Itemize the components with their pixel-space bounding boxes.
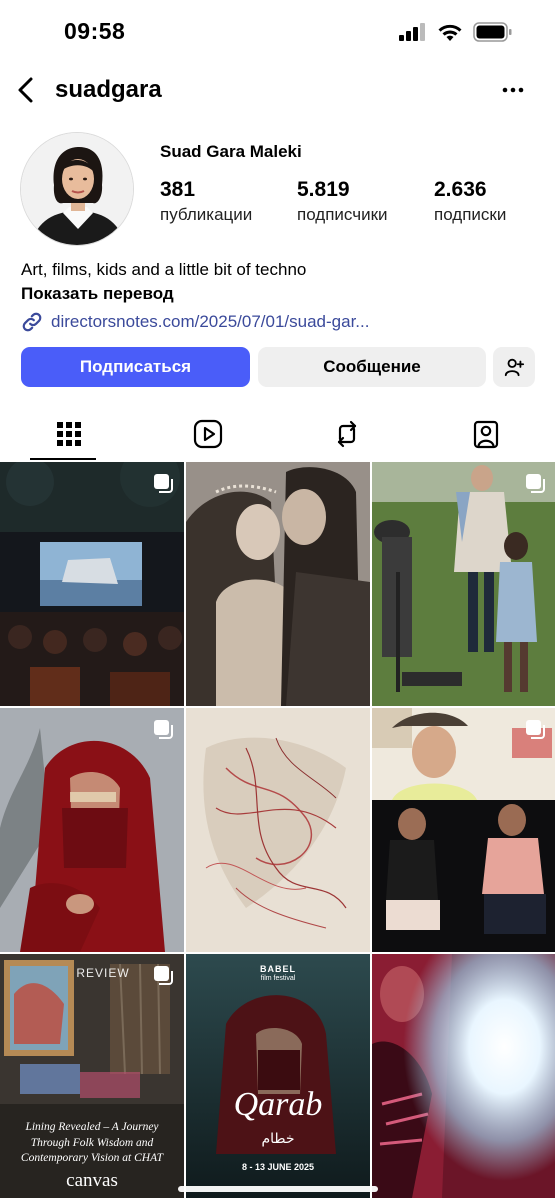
message-button[interactable]: Сообщение bbox=[258, 347, 486, 387]
tab-tagged[interactable] bbox=[417, 408, 555, 460]
grid-post-2[interactable] bbox=[186, 462, 370, 706]
suggest-users-button[interactable] bbox=[493, 347, 535, 387]
grid-post-7[interactable]: REVIEW Lining Revealed – A Journey Throu… bbox=[0, 954, 184, 1198]
grid-post-8[interactable]: BABEL film festival Qarab خطام 8 - 13 JU… bbox=[186, 954, 370, 1198]
add-person-icon bbox=[504, 358, 525, 377]
reposts-icon bbox=[337, 420, 357, 448]
stat-posts-count: 381 bbox=[160, 178, 196, 201]
stat-following-label: подписки bbox=[434, 205, 507, 224]
stat-followers-label: подписчики bbox=[297, 205, 388, 224]
stat-followers[interactable]: 5.819 подписчики bbox=[297, 178, 388, 225]
home-indicator bbox=[178, 1186, 378, 1192]
post-festival-dates: 8 - 13 JUNE 2025 bbox=[241, 1162, 315, 1172]
grid-icon bbox=[57, 422, 81, 446]
show-translation-link[interactable]: Показать перевод bbox=[21, 284, 541, 304]
bio-link-text: directorsnotes.com/2025/07/01/suad-gar..… bbox=[51, 312, 370, 331]
avatar[interactable] bbox=[20, 132, 134, 246]
tagged-icon bbox=[473, 420, 499, 449]
carousel-icon bbox=[154, 966, 173, 985]
grid-post-6[interactable] bbox=[372, 708, 555, 952]
link-icon bbox=[22, 312, 42, 332]
carousel-icon bbox=[154, 720, 173, 739]
stat-following-count: 2.636 bbox=[434, 178, 487, 201]
stat-posts[interactable]: 381 публикации bbox=[160, 178, 252, 225]
post-review-badge: REVIEW bbox=[76, 966, 130, 980]
bio-text: Art, films, kids and a little bit of tec… bbox=[21, 260, 307, 279]
carousel-icon bbox=[526, 720, 545, 739]
profile-summary: Suad Gara Maleki 381 публикации 5.819 по… bbox=[0, 130, 555, 250]
stat-followers-count: 5.819 bbox=[297, 178, 350, 201]
grid-post-5[interactable] bbox=[186, 708, 370, 952]
post-film-title-arabic: خطام bbox=[261, 1130, 295, 1146]
post-caption-overlay: Lining Revealed – A Journey Through Folk… bbox=[20, 1121, 164, 1165]
status-icons bbox=[399, 22, 513, 42]
profile-actions: Подписаться Сообщение bbox=[21, 347, 535, 387]
grid-post-9[interactable] bbox=[372, 954, 555, 1198]
grid-post-3[interactable] bbox=[372, 462, 555, 706]
stat-following[interactable]: 2.636 подписки bbox=[434, 178, 506, 225]
carousel-icon bbox=[154, 474, 173, 493]
follow-button[interactable]: Подписаться bbox=[21, 347, 250, 387]
back-arrow-icon[interactable] bbox=[14, 74, 38, 106]
post-festival-sub: film festival bbox=[260, 975, 296, 982]
carousel-icon bbox=[526, 474, 545, 493]
profile-username: suadgara bbox=[55, 76, 162, 103]
battery-icon bbox=[473, 22, 512, 42]
profile-full-name: Suad Gara Maleki bbox=[160, 142, 302, 161]
tab-reposts[interactable] bbox=[278, 408, 416, 460]
bio: Art, films, kids and a little bit of tec… bbox=[21, 260, 541, 333]
post-film-title: Qarab bbox=[233, 1086, 323, 1123]
status-bar: 09:58 bbox=[0, 0, 555, 62]
post-brand-logo: canvas bbox=[66, 1170, 118, 1191]
stat-posts-label: публикации bbox=[160, 205, 253, 224]
reels-icon bbox=[193, 419, 223, 449]
wifi-icon bbox=[438, 24, 462, 41]
profile-tabs bbox=[0, 408, 555, 460]
post-festival-name: BABEL bbox=[260, 964, 296, 974]
tab-reels[interactable] bbox=[139, 408, 277, 460]
tab-posts-grid[interactable] bbox=[0, 408, 138, 460]
grid-post-4[interactable] bbox=[0, 708, 184, 952]
signal-icon bbox=[399, 23, 425, 41]
profile-header: suadgara bbox=[0, 68, 555, 114]
status-time: 09:58 bbox=[64, 18, 126, 44]
grid-post-1[interactable] bbox=[0, 462, 184, 706]
bio-link[interactable]: directorsnotes.com/2025/07/01/suad-gar..… bbox=[21, 311, 541, 333]
more-options-icon[interactable] bbox=[501, 78, 525, 102]
